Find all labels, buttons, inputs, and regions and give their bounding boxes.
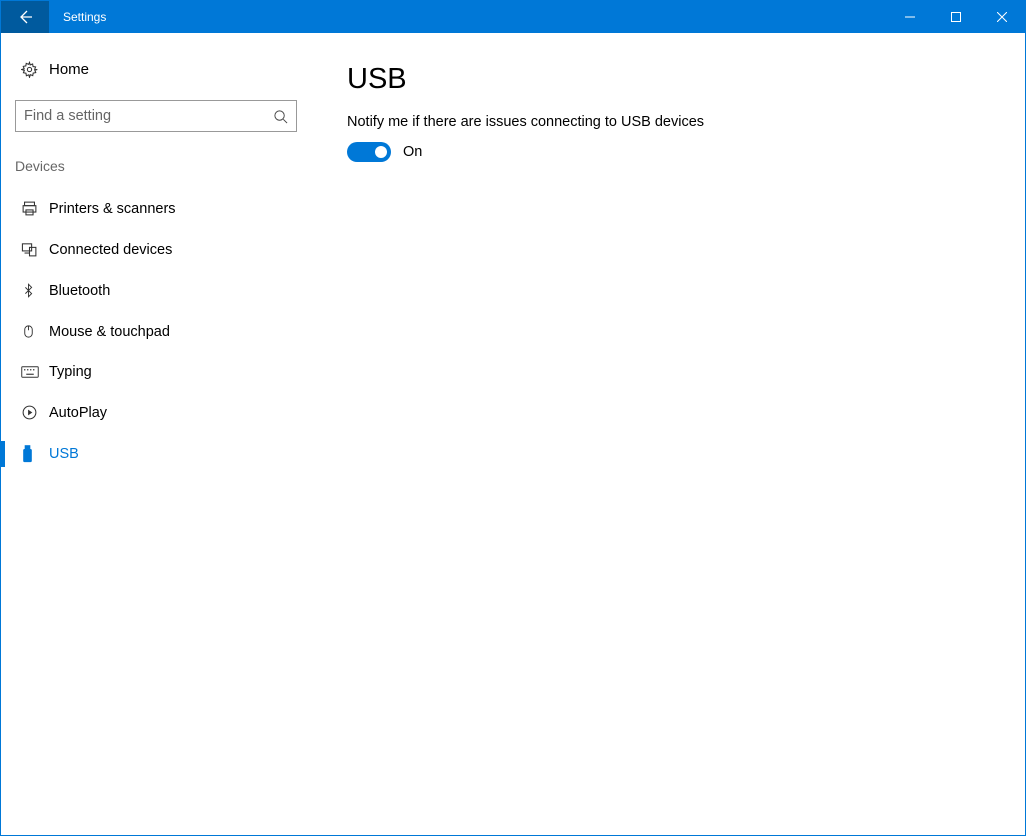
titlebar: Settings bbox=[1, 1, 1025, 33]
close-icon bbox=[997, 12, 1007, 22]
gear-icon bbox=[21, 61, 49, 78]
sidebar-item-label: Typing bbox=[49, 364, 92, 380]
home-button[interactable]: Home bbox=[1, 53, 311, 88]
sidebar-item-typing[interactable]: Typing bbox=[1, 352, 311, 392]
minimize-button[interactable] bbox=[887, 1, 933, 33]
setting-description: Notify me if there are issues connecting… bbox=[347, 114, 989, 130]
mouse-icon bbox=[21, 323, 36, 340]
usb-notify-toggle[interactable] bbox=[347, 142, 391, 162]
maximize-button[interactable] bbox=[933, 1, 979, 33]
sidebar: Home Devices Printers & scanners bbox=[1, 33, 311, 835]
search-icon bbox=[273, 109, 288, 124]
sidebar-item-bluetooth[interactable]: Bluetooth bbox=[1, 270, 311, 311]
maximize-icon bbox=[951, 12, 961, 22]
back-arrow-icon bbox=[17, 9, 33, 25]
usb-icon bbox=[21, 445, 34, 463]
close-button[interactable] bbox=[979, 1, 1025, 33]
toggle-state-label: On bbox=[403, 144, 422, 160]
sidebar-item-label: USB bbox=[49, 446, 79, 462]
autoplay-icon bbox=[21, 404, 38, 421]
sidebar-item-label: Connected devices bbox=[49, 242, 172, 258]
search-input[interactable] bbox=[24, 108, 273, 124]
devices-icon bbox=[21, 241, 38, 258]
sidebar-item-label: Bluetooth bbox=[49, 283, 110, 299]
sidebar-item-label: AutoPlay bbox=[49, 405, 107, 421]
main-content: USB Notify me if there are issues connec… bbox=[311, 33, 1025, 835]
sidebar-item-printers-scanners[interactable]: Printers & scanners bbox=[1, 188, 311, 229]
toggle-row: On bbox=[347, 142, 989, 162]
minimize-icon bbox=[905, 12, 915, 22]
window-title: Settings bbox=[49, 1, 887, 33]
sidebar-item-connected-devices[interactable]: Connected devices bbox=[1, 229, 311, 270]
sidebar-item-label: Mouse & touchpad bbox=[49, 324, 170, 340]
bluetooth-icon bbox=[21, 282, 36, 299]
window-controls bbox=[887, 1, 1025, 33]
sidebar-item-mouse-touchpad[interactable]: Mouse & touchpad bbox=[1, 311, 311, 352]
printer-icon bbox=[21, 200, 38, 217]
page-title: USB bbox=[347, 63, 989, 96]
keyboard-icon bbox=[21, 365, 39, 379]
home-label: Home bbox=[49, 61, 89, 78]
back-button[interactable] bbox=[1, 1, 49, 33]
sidebar-item-autoplay[interactable]: AutoPlay bbox=[1, 392, 311, 433]
search-box[interactable] bbox=[15, 100, 297, 132]
nav-section-header: Devices bbox=[1, 152, 311, 188]
sidebar-item-label: Printers & scanners bbox=[49, 201, 176, 217]
sidebar-item-usb[interactable]: USB bbox=[1, 433, 311, 475]
